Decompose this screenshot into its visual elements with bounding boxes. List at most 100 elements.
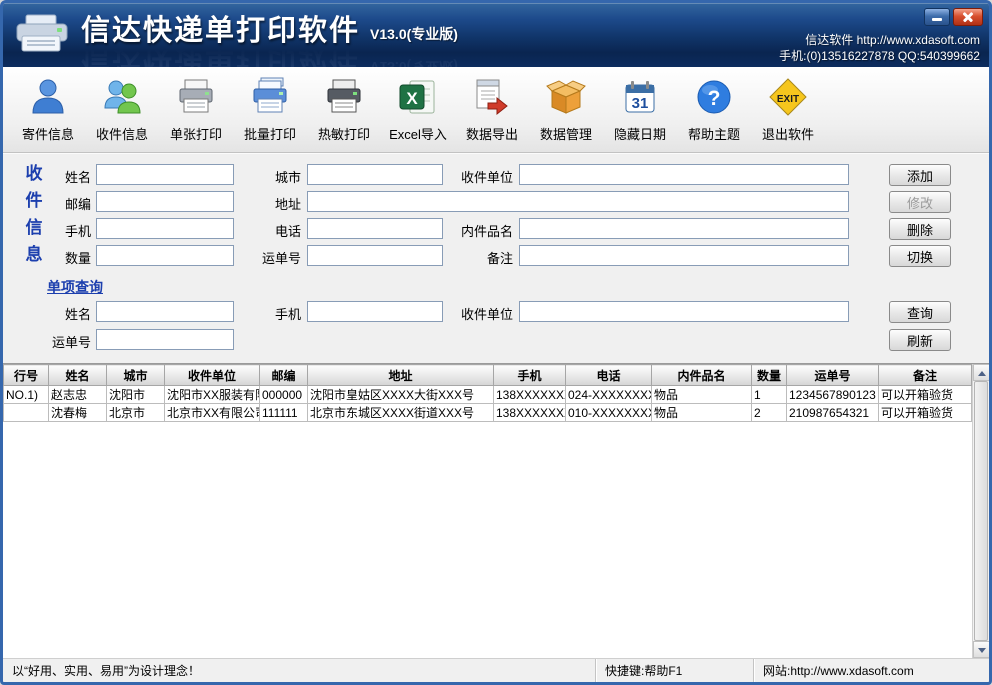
qty-input[interactable] (96, 245, 234, 266)
column-header[interactable]: 备注 (878, 364, 972, 386)
zip-label: 邮编 (64, 197, 91, 212)
table-cell: 北京市东城区XXXX街道XXX号 (307, 403, 494, 422)
statusbar: 以“好用、实用、易用”为设计理念！ 快捷键:帮助F1 网站:http://www… (3, 658, 989, 682)
toolbar-data-export[interactable]: 数据导出 (455, 72, 529, 143)
table-cell: 138XXXXXXXX (493, 385, 566, 404)
table-cell: 1 (751, 385, 787, 404)
window-controls (924, 8, 983, 26)
exit-icon: EXIT (765, 74, 811, 120)
table-cell: NO.1) (3, 385, 49, 404)
table-cell: 可以开箱验货 (878, 385, 972, 404)
table-cell: 2 (751, 403, 787, 422)
table-cell: 北京市XX有限公司2 (164, 403, 260, 422)
mobile-input[interactable] (96, 218, 234, 239)
toolbar-label: 退出软件 (761, 127, 814, 142)
excel-import-icon: X (395, 74, 441, 120)
column-header[interactable]: 收件单位 (164, 364, 260, 386)
scrollbar-thumb[interactable] (974, 381, 988, 641)
column-header[interactable]: 行号 (3, 364, 49, 386)
query-name-input[interactable] (96, 301, 234, 322)
toolbar-help[interactable]: ? 帮助主题 (677, 72, 751, 143)
address-input[interactable] (307, 191, 849, 212)
table-row[interactable]: NO.1)赵志忠沈阳市沈阳市XX服装有限公司000000沈阳市皇姑区XXXX大街… (3, 385, 972, 404)
toolbar-batch-print[interactable]: 批量打印 (233, 72, 307, 143)
query-mobile-label: 手机 (274, 307, 301, 322)
toolbar-hide-date[interactable]: 31 隐藏日期 (603, 72, 677, 143)
table-area: 行号 姓名 城市 收件单位 邮编 地址 手机 电话 内件品名 数量 运单号 备注 NO.1) 赵志忠 沈阳市… (3, 363, 989, 658)
table-row[interactable]: 沈春梅北京市北京市XX有限公司2111111北京市东城区XXXX街道XXX号13… (3, 403, 972, 422)
single-print-icon (173, 74, 219, 120)
city-label: 城市 (274, 170, 301, 185)
close-button[interactable] (953, 8, 983, 26)
column-header[interactable]: 邮编 (259, 364, 308, 386)
column-header[interactable]: 数量 (751, 364, 787, 386)
refresh-button[interactable]: 刷新 (889, 329, 951, 351)
table-cell: 138XXXXXXXX (493, 403, 566, 422)
toolbar-label: 单张打印 (169, 127, 222, 142)
statusbar-website: 网站:http://www.xdasoft.com (753, 659, 989, 682)
phone-label: 电话 (274, 224, 301, 239)
toolbar-sender-info[interactable]: 寄件信息 (11, 72, 85, 143)
column-header[interactable]: 运单号 (786, 364, 879, 386)
waybill-input[interactable] (307, 245, 443, 266)
records-table: 行号 姓名 城市 收件单位 邮编 地址 手机 电话 内件品名 数量 运单号 备注 NO.1) 赵志忠 沈阳市… (3, 364, 972, 422)
column-header[interactable]: 内件品名 (651, 364, 752, 386)
scroll-up-button[interactable] (973, 364, 989, 381)
qty-label: 数量 (64, 251, 91, 266)
toolbar-data-manage[interactable]: 数据管理 (529, 72, 603, 143)
city-input[interactable] (307, 164, 443, 185)
item-label: 内件品名 (460, 224, 513, 239)
help-icon: ? (691, 74, 737, 120)
toolbar-label: Excel导入 (389, 127, 447, 142)
table-cell: 111111 (259, 403, 308, 422)
data-export-icon (469, 74, 515, 120)
toolbar-receiver-info[interactable]: 收件信息 (85, 72, 159, 143)
toolbar-label: 数据导出 (465, 127, 518, 142)
table-cell: 北京市 (106, 403, 165, 422)
note-input[interactable] (519, 245, 849, 266)
sender-info-icon (25, 74, 71, 120)
toolbar-excel-import[interactable]: X Excel导入 (381, 72, 455, 143)
printer-logo-icon (13, 13, 71, 62)
query-name-label: 姓名 (64, 307, 91, 322)
unit-label: 收件单位 (460, 170, 513, 185)
vertical-scrollbar[interactable] (972, 364, 989, 658)
item-input[interactable] (519, 218, 849, 239)
table-cell: 010-XXXXXXXX (565, 403, 652, 422)
toolbar-label: 隐藏日期 (613, 127, 666, 142)
switch-button[interactable]: 切换 (889, 245, 951, 267)
name-input[interactable] (96, 164, 234, 185)
titlebar: 信达快递单打印软件 V13.0(专业版) 信达快递单打印软件 V13.0(专业版… (3, 3, 989, 67)
toolbar-label: 收件信息 (95, 127, 148, 142)
svg-text:?: ? (708, 87, 721, 110)
vendor-info: 信达软件 http://www.xdasoft.com 手机:(0)135162… (779, 32, 980, 64)
toolbar-exit[interactable]: EXIT 退出软件 (751, 72, 825, 143)
delete-button[interactable]: 删除 (889, 218, 951, 240)
column-header[interactable]: 电话 (565, 364, 652, 386)
toolbar-label: 数据管理 (539, 127, 592, 142)
table-cell: 沈春梅 (48, 403, 107, 422)
scroll-down-button[interactable] (973, 641, 989, 658)
search-button[interactable]: 查询 (889, 301, 951, 323)
column-header[interactable]: 手机 (493, 364, 566, 386)
statusbar-motto: 以“好用、实用、易用”为设计理念！ (12, 664, 200, 678)
query-unit-input[interactable] (519, 301, 849, 322)
phone-input[interactable] (307, 218, 443, 239)
zip-input[interactable] (96, 191, 234, 212)
table-cell: 赵志忠 (48, 385, 107, 404)
column-header[interactable]: 城市 (106, 364, 165, 386)
toolbar-single-print[interactable]: 单张打印 (159, 72, 233, 143)
add-button[interactable]: 添加 (889, 164, 951, 186)
toolbar-label: 帮助主题 (687, 127, 740, 142)
column-header[interactable]: 姓名 (48, 364, 107, 386)
query-mobile-input[interactable] (307, 301, 443, 322)
toolbar-thermal-print[interactable]: 热敏打印 (307, 72, 381, 143)
column-header[interactable]: 地址 (307, 364, 494, 386)
modify-button[interactable]: 修改 (889, 191, 951, 213)
query-title: 单项查询 (47, 279, 103, 295)
minimize-button[interactable] (924, 8, 950, 26)
receiver-form: 收 件 信 息 姓名 城市 收件单位 添加 邮编 地址 修改 手机 电话 内件品… (3, 153, 989, 273)
query-waybill-input[interactable] (96, 329, 234, 350)
unit-input[interactable] (519, 164, 849, 185)
svg-text:31: 31 (632, 95, 649, 112)
